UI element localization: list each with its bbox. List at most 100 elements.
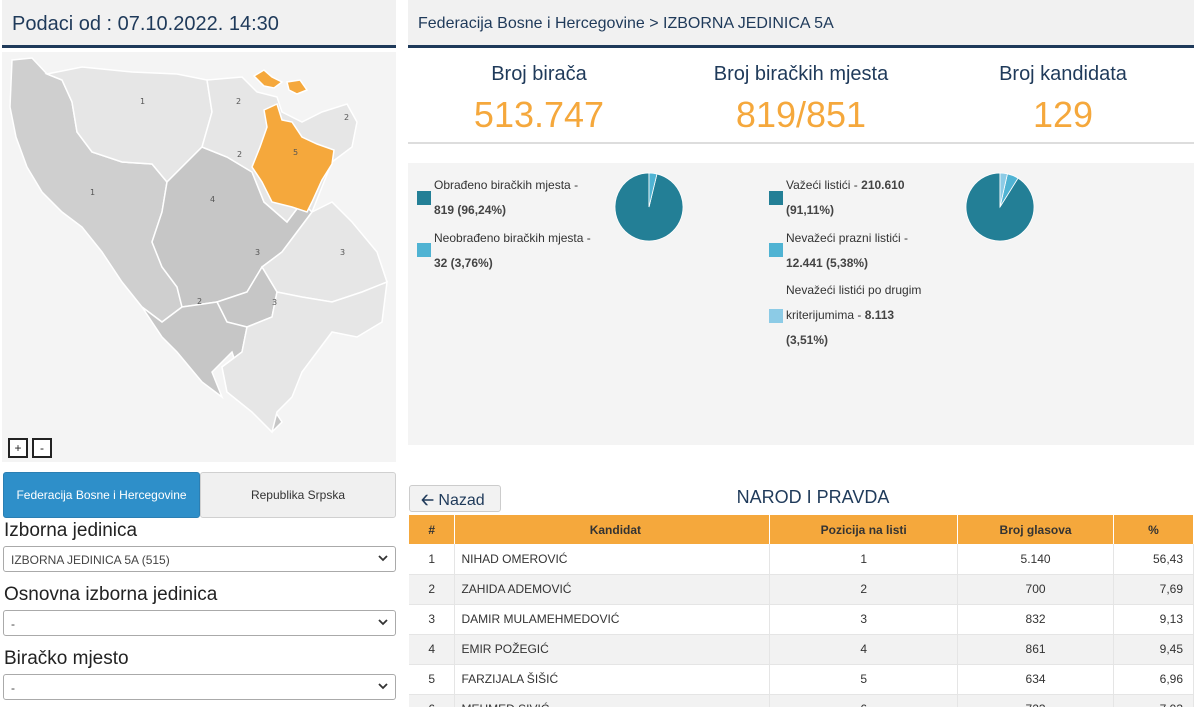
map-region-number: 4 [210,195,215,204]
table-cell: 3 [409,604,456,635]
legend-text: Neobrađeno biračkih mjesta - [434,231,591,245]
stat-value: 513.747 [473,94,605,135]
legend-swatch [417,243,431,257]
table-row[interactable]: 3 DAMIR MULAMEHMEDOVIĆ 3 832 9,13 [409,604,1194,635]
stat-kandidati: Broj kandidata 129 [932,54,1194,136]
legend-text: Obrađeno biračkih mjesta - [434,178,579,192]
map-region-number: 1 [140,97,145,106]
bitacko-mjesto-label: Biračko mjesto [4,648,129,669]
table-cell: 7,69 [1113,574,1194,605]
map-region-5a-north2[interactable] [286,79,309,95]
column-header[interactable]: Broj glasova [957,515,1115,544]
legend-pct: (91,11%) [786,203,835,217]
column-header[interactable]: Pozicija na listi [769,515,959,544]
table-row[interactable]: 2 ZAHIDA ADEMOVIĆ 2 700 7,69 [409,574,1194,605]
izborna-jedinica-label: Izborna jedinica [4,520,138,541]
polling-stations-pie[interactable] [613,171,685,243]
legend-valid: Važeći listići - 210.610 (91,11%) [786,173,905,223]
map-region-5a-north[interactable] [252,69,284,89]
table-cell: 634 [957,664,1115,695]
map-region-number: 5 [293,148,298,157]
zoom-in-button[interactable]: + [8,438,28,458]
bih-map[interactable]: 1 2 2 1 4 5 2 3 3 3 2 [2,52,396,462]
chevron-down-icon [378,683,388,690]
table-row[interactable]: 6MEHMED SIVIĆ67237,93 [409,694,1194,707]
table-cell: 2 [409,574,456,605]
map-region-number: 3 [340,248,345,257]
table-cell: 56,43 [1113,544,1194,575]
stat-value: 819/851 [735,94,867,135]
pies-panel: Obrađeno biračkih mjesta - 819 (96,24%) … [408,163,1194,445]
table-row[interactable]: 5 FARZIJALA ŠIŠIĆ 5 634 6,96 [409,664,1194,695]
breadcrumb: Federacija Bosne i Hercegovine > IZBORNA… [408,0,1194,48]
table-cell: MEHMED SIVIĆ [454,694,771,707]
bitacko-mjesto-value: - [11,681,15,695]
date-label: Podaci od : 07.10.2022. 14:30 [12,13,279,35]
map-region-number: 2 [197,297,202,306]
column-header[interactable]: # [409,515,456,544]
bitacko-mjesto-select[interactable]: - [3,674,396,700]
zoom-out-button[interactable]: - [32,438,52,458]
table-cell: 2 [769,574,959,605]
table-cell: 4 [769,634,959,665]
stat-label: Broj kandidata [999,63,1127,85]
legend-value: 8.113 [864,308,895,322]
map-region-number: 2 [344,113,349,122]
table-cell: DAMIR MULAMEHMEDOVIĆ [454,604,771,635]
table-cell: 9,45 [1113,634,1194,665]
map-region-number: 2 [237,150,242,159]
left-panel: Podaci od : 07.10.2022. 14:30 1 2 2 1 4 5 2 3 3 3… [0,0,398,707]
legend-swatch [769,309,783,323]
party-title: NAROD I PRAVDA [736,487,890,507]
legend-value: 819 (96,24%) [434,203,507,217]
table-cell: ZAHIDA ADEMOVIĆ [454,574,771,605]
table-cell: 4 [409,634,456,665]
table-cell: 9,13 [1113,604,1194,635]
breadcrumb-text: Federacija Bosne i Hercegovine > IZBORNA… [418,15,834,32]
table-cell: FARZIJALA ŠIŠIĆ [454,664,771,695]
legend-value: 210.610 [861,178,905,192]
table-row[interactable]: 1 NIHAD OMEROVIĆ 1 5.140 56,43 [409,544,1194,575]
table-cell: 1 [409,544,456,575]
column-header[interactable]: % [1113,515,1194,544]
candidates-table: # Kandidat Pozicija na listi Broj glasov… [409,515,1194,707]
izborna-jedinica-select[interactable]: IZBORNA JEDINICA 5A (515) [3,546,396,572]
legend-text: Nevažeći listići po drugim [786,283,922,297]
legend-other-invalid: Nevažeći listići po drugim kriterijumima… [786,278,921,353]
map-region-number: 1 [90,188,95,197]
osnovna-jedinica-label: Osnovna izborna jedinica [4,584,218,605]
table-cell: 6 [409,694,456,707]
table-cell: 1 [769,544,959,575]
tab-republika-srpska[interactable]: Republika Srpska [200,472,396,518]
back-button-label: Nazad [438,492,485,509]
table-cell: 5 [769,664,959,695]
legend-swatch [769,191,783,205]
osnovna-jedinica-select[interactable]: - [3,610,396,636]
chevron-down-icon [378,555,388,562]
table-cell: 5 [409,664,456,695]
izborna-jedinica-value: IZBORNA JEDINICA 5A (515) [11,553,170,567]
legend-empty: Nevažeći prazni listići - 12.441 (5,38%) [786,226,908,276]
table-row[interactable]: 4 EMIR POŽEGIĆ 4 861 9,45 [409,634,1194,665]
stat-label: Broj biračkih mjesta [713,63,889,85]
entity-tabs: Federacija Bosne i Hercegovine Republika… [3,472,396,518]
table-cell: 832 [957,604,1115,635]
legend-text: Važeći listići - [786,178,858,192]
legend-unprocessed: Neobrađeno biračkih mjesta - 32 (3,76%) [434,226,591,276]
back-button[interactable]: 🡠 Nazad [409,485,501,512]
table-cell: 700 [957,574,1115,605]
column-header[interactable]: Kandidat [454,515,771,544]
table-cell: 5.140 [957,544,1115,575]
arrow-left-icon: 🡠 [421,492,434,509]
tab-federacija[interactable]: Federacija Bosne i Hercegovine [3,472,200,518]
table-cell: 7,93 [1113,694,1194,707]
stat-label: Broj birača [491,63,587,85]
legend-pct: (3,51%) [786,333,829,347]
table-cell: NIHAD OMEROVIĆ [454,544,771,575]
table-cell: 6 [769,694,959,707]
map-region-number: 2 [236,97,241,106]
map-region-number: 3 [272,298,277,307]
stats-row: Broj birača 513.747 Broj biračkih mjesta… [408,54,1194,144]
ballots-pie[interactable] [964,171,1036,243]
legend-processed: Obrađeno biračkih mjesta - 819 (96,24%) [434,173,578,223]
